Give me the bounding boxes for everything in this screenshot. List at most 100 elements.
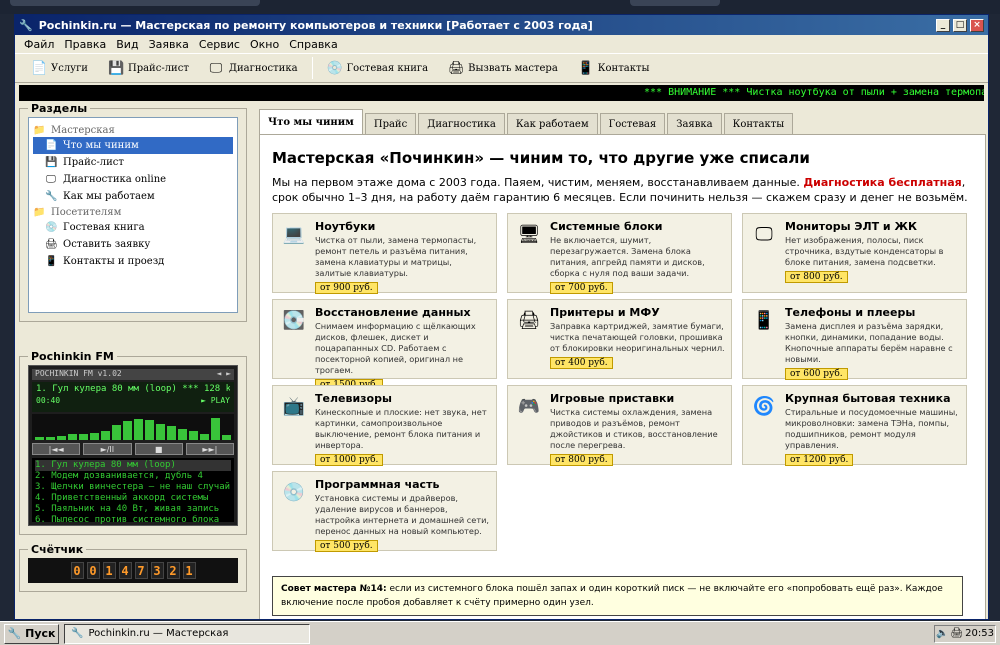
tip-label: Совет мастера №14: <box>281 584 387 594</box>
toolbar-guestbook-button[interactable]: 💿 Гостевая книга <box>317 56 439 80</box>
playlist-item[interactable]: 5. Паяльник на 40 Вт, живая запись <box>35 504 231 515</box>
start-button[interactable]: 🔧 Пуск <box>4 623 59 644</box>
tab-strip: Что мы чиним Прайс Диагностика Как работ… <box>259 109 795 134</box>
tree-item-request[interactable]: 🖨 Оставить заявку <box>33 236 233 253</box>
window-title: Pochinkin.ru — Мастерская по ремонту ком… <box>38 18 593 32</box>
phone-icon: 📱 <box>577 60 594 76</box>
toolbar-pricelist-button[interactable]: 💾 Прайс-лист <box>98 56 199 80</box>
menu-bar: Файл Правка Вид Заявка Сервис Окно Справ… <box>15 35 988 53</box>
maximize-button[interactable]: □ <box>953 18 967 32</box>
tree-item-what-we-fix[interactable]: 📄 Что мы чиним <box>33 137 233 154</box>
counter-digit: 1 <box>182 562 196 579</box>
service-card-system-units[interactable]: 🖥 Системные блоки Не включается, шумит, п… <box>507 213 732 294</box>
price-badge: от 900 руб. <box>315 282 378 294</box>
tab-price[interactable]: Прайс <box>364 113 417 134</box>
price-badge: от 800 руб. <box>785 271 848 283</box>
player-nav-arrows[interactable]: ◄ ► <box>217 369 231 380</box>
service-card-printers[interactable]: 🖨 Принтеры и МФУ Заправка картриджей, зам… <box>507 299 732 379</box>
toolbar-contacts-button[interactable]: 📱 Контакты <box>568 56 660 80</box>
toolbar-services-button[interactable]: 📄 Услуги <box>21 56 98 80</box>
tab-what-we-fix[interactable]: Что мы чиним <box>259 109 363 134</box>
tab-request[interactable]: Заявка <box>667 113 722 134</box>
tree-item-diagnostics[interactable]: 🖵 Диагностика online <box>33 171 233 188</box>
menu-service[interactable]: Сервис <box>194 38 245 51</box>
page-title: Мастерская «Починкин» — чиним то, что др… <box>272 149 810 167</box>
master-tip: Совет мастера №14: если из системного бл… <box>272 576 963 616</box>
service-card-consoles[interactable]: 🎮 Игровые приставки Чистка системы охлажд… <box>507 385 732 466</box>
menu-view[interactable]: Вид <box>111 38 143 51</box>
stop-button[interactable]: ■ <box>134 443 183 455</box>
spectrum-bar <box>79 434 88 440</box>
playlist-item[interactable]: 6. Пылесос против системного блока <box>35 515 231 526</box>
service-card-appliances[interactable]: 🌀 Крупная бытовая техника Стиральные и по… <box>742 385 967 466</box>
document-icon: 📄 <box>31 60 48 76</box>
monitor-icon: 🖵 <box>46 174 56 185</box>
counter-digit: 3 <box>150 562 164 579</box>
tree-item-how-we-work[interactable]: 🔧 Как мы работаем <box>33 188 233 205</box>
next-button[interactable]: ►►| <box>185 443 234 455</box>
clock: 20:53 <box>965 628 994 639</box>
toolbar-diagnostics-button[interactable]: 🖵 Диагностика <box>199 56 308 80</box>
spectrum-bar <box>101 431 110 440</box>
harddisk-icon: 💽 <box>282 310 306 331</box>
playlist-item[interactable]: 2. Модем дозванивается, дубль 4 <box>35 471 231 482</box>
play-time: 00:40 <box>36 396 61 405</box>
counter-panel: Счётчик 0 0 1 4 7 3 2 1 <box>19 543 247 592</box>
counter-title: Счётчик <box>28 543 87 556</box>
service-card-monitors[interactable]: 🖵 Мониторы ЭЛТ и ЖК Нет изображения, поло… <box>742 213 967 293</box>
system-tray: 🔈 🖨 20:53 <box>934 624 996 643</box>
tree-item-pricelist[interactable]: 💾 Прайс-лист <box>33 154 233 171</box>
playlist-item[interactable]: 4. Приветственный аккорд системы <box>35 493 231 504</box>
app-icon: 🔧 <box>71 628 84 639</box>
spectrum-bar <box>156 424 165 440</box>
service-card-software[interactable]: 💿 Программная часть Установка системы и д… <box>272 471 497 552</box>
spectrum-bar <box>200 434 209 440</box>
tree-item-guestbook[interactable]: 💿 Гостевая книга <box>33 219 233 236</box>
menu-edit[interactable]: Правка <box>59 38 111 51</box>
playlist-item[interactable]: 3. Щелчки винчестера — не наш случай <box>35 482 231 493</box>
app-icon: 🔧 <box>19 18 33 32</box>
sections-title: Разделы <box>28 102 91 115</box>
price-badge: от 1000 руб. <box>315 454 384 466</box>
counter-digit: 1 <box>102 562 116 579</box>
service-card-tvs[interactable]: 📺 Телевизоры Кинескопные и плоские: нет з… <box>272 385 497 466</box>
floppy-icon: 💾 <box>107 60 125 76</box>
taskbar-window-button[interactable]: 🔧 Pochinkin.ru — Мастерская <box>64 623 310 644</box>
cd-icon: 💿 <box>326 60 343 76</box>
spectrum-bar <box>68 434 77 440</box>
tab-diagnostics[interactable]: Диагностика <box>418 113 505 134</box>
fm-title: Pochinkin FM <box>28 350 117 363</box>
folder-icon: 📁 <box>33 206 46 218</box>
spectrum-bar <box>167 426 176 440</box>
service-card-laptops[interactable]: 💻 Ноутбуки Чистка от пыли, замена термопа… <box>272 213 497 294</box>
toolbar-call-master-button[interactable]: 🖨 Вызвать мастера <box>438 56 568 80</box>
menu-help[interactable]: Справка <box>284 38 342 51</box>
spectrum-bar <box>222 435 231 440</box>
service-card-data-recovery[interactable]: 💽 Восстановление данных Снимаем информаци… <box>272 299 497 391</box>
tab-guestbook[interactable]: Гостевая <box>599 113 666 134</box>
prev-button[interactable]: |◄◄ <box>32 443 81 455</box>
media-player: POCHINKIN FM v1.02 ◄ ► 1. Гул кулера 80 … <box>28 365 238 526</box>
menu-request[interactable]: Заявка <box>144 38 194 51</box>
tree-category-visitors[interactable]: 📁 Посетителям <box>33 205 233 219</box>
spectrum-bar <box>46 437 55 440</box>
play-pause-button[interactable]: ►/II <box>83 443 132 455</box>
menu-file[interactable]: Файл <box>19 38 59 51</box>
minimize-button[interactable]: _ <box>936 18 950 32</box>
player-titlebar: POCHINKIN FM v1.02 ◄ ► <box>32 369 234 380</box>
menu-window[interactable]: Окно <box>245 38 284 51</box>
tree-item-contacts[interactable]: 📱 Контакты и проезд <box>33 253 233 270</box>
close-button[interactable]: × <box>970 18 984 32</box>
tab-how-we-work[interactable]: Как работаем <box>506 113 598 134</box>
title-bar[interactable]: 🔧 Pochinkin.ru — Мастерская по ремонту к… <box>15 15 988 35</box>
speaker-icon[interactable]: 🔈 <box>936 628 948 639</box>
news-ticker: *** ВНИМАНИЕ *** Чистка ноутбука от пыли… <box>19 85 984 101</box>
tab-contacts[interactable]: Контакты <box>723 113 794 134</box>
service-card-phones[interactable]: 📱 Телефоны и плееры Замена дисплея и разъ… <box>742 299 967 380</box>
tree-category-workshop[interactable]: 📁 Мастерская <box>33 123 233 137</box>
playlist-item[interactable]: 1. Гул кулера 80 мм (loop) <box>35 460 231 471</box>
spectrum-bar <box>211 418 220 440</box>
printer-icon[interactable]: 🖨 <box>950 628 963 639</box>
spectrum-bar <box>134 419 143 440</box>
spectrum-bar <box>112 425 121 440</box>
